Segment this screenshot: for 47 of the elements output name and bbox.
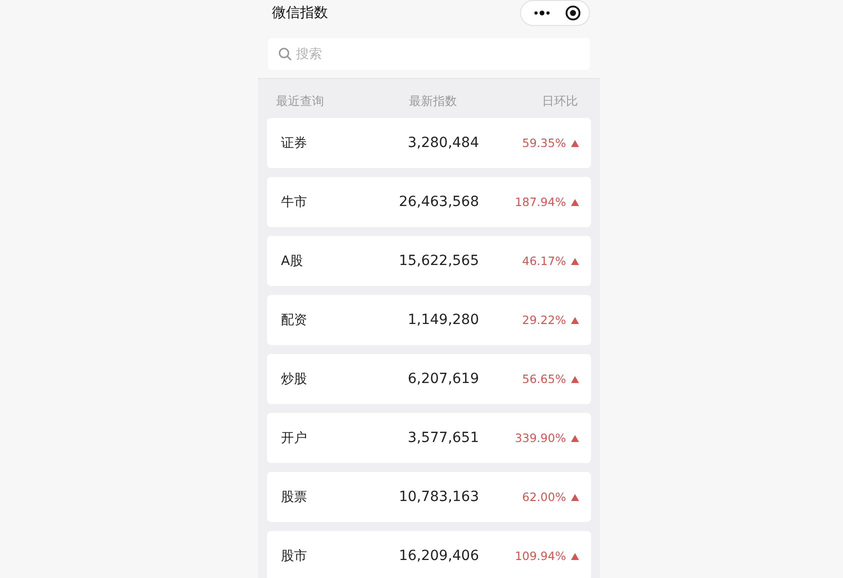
index-value: 16,209,406 (398, 548, 479, 564)
index-value: 6,207,619 (406, 371, 479, 387)
keyword-card[interactable]: A股 15,622,565 46.17% (267, 236, 591, 286)
keyword-label: 证券 (281, 135, 308, 152)
keyword-label: 牛市 (281, 194, 308, 211)
column-header: 日环比 (542, 93, 578, 110)
page-title: 微信指数 (272, 4, 328, 22)
change-percent: 339.90% (514, 431, 566, 445)
keyword-label: 配资 (281, 312, 308, 329)
index-value: 3,280,484 (406, 135, 479, 151)
keyword-card[interactable]: 牛市 26,463,568 187.94% (267, 177, 591, 227)
column-header: 最新指数 (409, 93, 457, 110)
index-value: 10,783,163 (398, 489, 479, 505)
up-triangle-icon (571, 376, 579, 382)
change-percent: 56.65% (522, 372, 566, 386)
keyword-card[interactable]: 配资 1,149,280 29.22% (267, 295, 591, 345)
keyword-card[interactable]: 证券 3,280,484 59.35% (267, 118, 591, 168)
index-value: 15,622,565 (398, 253, 479, 269)
keyword-card[interactable]: 股票 10,783,163 62.00% (267, 472, 591, 522)
up-triangle-icon (571, 140, 579, 146)
index-value: 1,149,280 (406, 312, 479, 328)
change-percent: 46.17% (522, 254, 566, 268)
index-value: 3,577,651 (406, 430, 479, 446)
keyword-label: 开户 (281, 430, 308, 447)
change-percent: 109.94% (514, 549, 566, 563)
change-percent: 187.94% (514, 195, 566, 209)
keyword-label: A股 (281, 253, 304, 270)
keyword-card[interactable]: 股市 16,209,406 109.94% (267, 531, 591, 578)
keyword-card[interactable]: 开户 3,577,651 339.90% (267, 413, 591, 463)
up-triangle-icon (571, 198, 579, 206)
up-triangle-icon (571, 316, 579, 324)
keyword-label: 股市 (281, 548, 308, 565)
change-percent: 62.00% (522, 490, 566, 504)
up-triangle-icon (571, 494, 579, 500)
up-triangle-icon (571, 552, 579, 560)
menu-capsule[interactable] (520, 0, 590, 26)
more-icon[interactable] (533, 10, 551, 16)
search-field[interactable]: 搜索 (268, 38, 590, 70)
change-percent: 29.22% (522, 313, 566, 327)
keyword-label: 股票 (281, 489, 308, 506)
up-triangle-icon (571, 258, 579, 264)
up-triangle-icon (571, 434, 579, 442)
change-percent: 59.35% (522, 136, 566, 150)
index-value: 26,463,568 (398, 194, 479, 210)
keyword-card[interactable]: 炒股 6,207,619 56.65% (267, 354, 591, 404)
keyword-label: 炒股 (281, 371, 308, 388)
column-header: 最近查询 (276, 93, 324, 110)
